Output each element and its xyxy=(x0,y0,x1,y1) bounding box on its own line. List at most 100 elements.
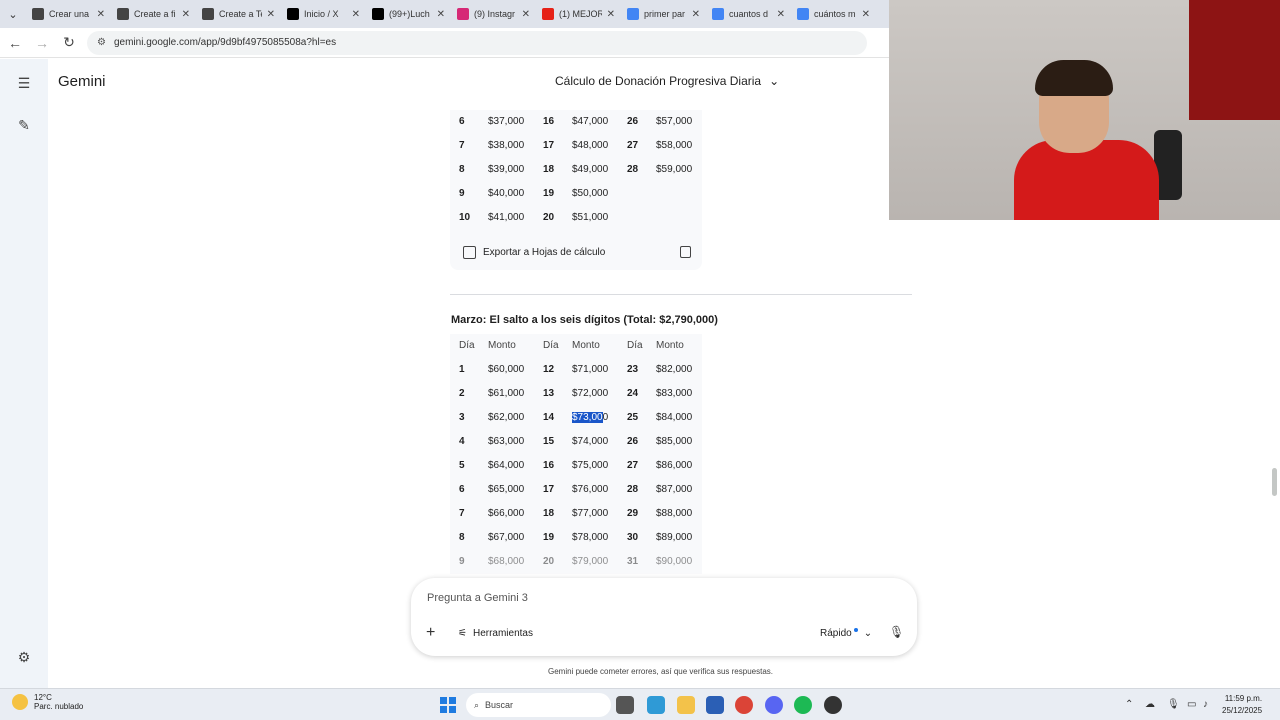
browser-tab[interactable]: Create a Te ✕ xyxy=(196,0,281,28)
mode-selector[interactable]: Rápido ⌄ xyxy=(820,627,873,639)
close-icon[interactable]: ✕ xyxy=(437,9,445,20)
monitor-icon[interactable]: ▭ xyxy=(1187,699,1196,710)
table-header-cell: Día xyxy=(627,340,643,351)
export-to-sheets-button[interactable]: Exportar a Hojas de cálculo xyxy=(483,247,605,258)
march-table: Día Monto Día Monto Día Monto 1 $60,000 12 $71,00… xyxy=(450,334,702,574)
amount-cell: $41,000 xyxy=(488,212,525,223)
instagram-icon xyxy=(457,8,469,20)
reload-icon[interactable]: ↻ xyxy=(57,31,81,55)
browser-tab[interactable]: (1) MEJOR ✕ xyxy=(536,0,621,28)
file-icon[interactable] xyxy=(616,696,634,714)
chevron-down-icon: ⌄ xyxy=(769,74,780,88)
amount-cell: $39,000 xyxy=(488,164,525,175)
amount-cell: $64,000 xyxy=(488,460,525,471)
google-icon xyxy=(627,8,639,20)
back-arrow-icon[interactable]: ← xyxy=(3,31,27,55)
amount-cell: $48,000 xyxy=(572,140,609,151)
close-icon[interactable]: ✕ xyxy=(522,9,530,20)
divider xyxy=(450,294,912,295)
day-cell: 1 xyxy=(459,364,465,375)
close-icon[interactable]: ✕ xyxy=(182,9,190,20)
conversation-title-text: Cálculo de Donación Progresiva Diaria xyxy=(555,74,762,88)
browser-tab[interactable]: (99+)Luch ✕ xyxy=(366,0,451,28)
amount-cell: $83,000 xyxy=(656,388,693,399)
tab-label: Create a fi xyxy=(134,9,176,19)
store-icon[interactable] xyxy=(706,696,724,714)
chevron-up-icon[interactable]: ⌃ xyxy=(1125,699,1133,710)
person-shirt xyxy=(1014,140,1159,220)
close-icon[interactable]: ✕ xyxy=(607,9,615,20)
amount-cell: $66,000 xyxy=(488,508,525,519)
tab-label: Crear una xyxy=(49,9,90,19)
amount-cell: $85,000 xyxy=(656,436,693,447)
amount-cell: $38,000 xyxy=(488,140,525,151)
day-cell: 28 xyxy=(627,484,639,495)
tab-search-chevron-icon[interactable]: ⌄ xyxy=(0,0,26,28)
amount-cell: $76,000 xyxy=(572,484,609,495)
prompt-input[interactable]: Pregunta a Gemini 3 xyxy=(427,592,528,604)
tools-button[interactable]: ⚟ Herramientas xyxy=(458,628,533,639)
browser-tab[interactable]: Crear una ✕ xyxy=(26,0,111,28)
close-icon[interactable]: ✕ xyxy=(692,9,700,20)
day-cell: 18 xyxy=(543,508,555,519)
microphone-tray-icon[interactable]: 🎙 xyxy=(1167,699,1180,710)
copilot-icon[interactable] xyxy=(647,696,665,714)
windows-start-icon[interactable] xyxy=(440,697,456,713)
app-icon[interactable] xyxy=(824,696,842,714)
page-scrollbar[interactable] xyxy=(1272,468,1277,496)
day-cell: 4 xyxy=(459,436,465,447)
search-label: Buscar xyxy=(485,700,514,710)
tab-label: (99+)Luch xyxy=(389,9,430,19)
forward-arrow-icon[interactable]: → xyxy=(30,31,54,55)
amount-cell: $74,000 xyxy=(572,436,609,447)
menu-icon[interactable]: ☰ xyxy=(14,73,34,93)
day-cell: 7 xyxy=(459,140,465,151)
settings-icon[interactable]: ⚙ xyxy=(14,647,34,667)
day-cell: 10 xyxy=(459,212,471,223)
table-row: 2 $61,000 13 $72,000 24 $83,000 xyxy=(450,382,702,406)
microphone-icon[interactable]: 🎙 xyxy=(889,625,904,639)
day-cell: 30 xyxy=(627,532,639,543)
close-icon[interactable]: ✕ xyxy=(862,9,870,20)
day-cell: 27 xyxy=(627,460,639,471)
network-icon[interactable]: ☁ xyxy=(1145,699,1155,710)
tab-label: primer par xyxy=(644,9,686,19)
chrome-icon[interactable] xyxy=(735,696,753,714)
close-icon[interactable]: ✕ xyxy=(352,9,360,20)
tab-label: cuantos d xyxy=(729,9,769,19)
weather-widget[interactable]: 12°C Parc. nublado xyxy=(12,693,83,711)
browser-tab[interactable]: primer par ✕ xyxy=(621,0,706,28)
day-cell: 17 xyxy=(543,484,555,495)
table-header-cell: Monto xyxy=(572,340,600,351)
add-plus-icon[interactable]: + xyxy=(426,624,435,642)
browser-tab[interactable]: cuantos d ✕ xyxy=(706,0,791,28)
day-cell: 19 xyxy=(543,188,555,199)
copy-icon[interactable] xyxy=(680,246,691,258)
address-bar[interactable]: ⚙ gemini.google.com/app/9d9bf4975085508a… xyxy=(87,30,867,55)
table-row: 6 $37,000 16 $47,000 26 $57,000 xyxy=(450,110,702,134)
spotify-icon[interactable] xyxy=(794,696,812,714)
chevron-down-icon: ⌄ xyxy=(863,628,873,639)
browser-tab[interactable]: Create a fi ✕ xyxy=(111,0,196,28)
discord-icon[interactable] xyxy=(765,696,783,714)
close-icon[interactable]: ✕ xyxy=(97,9,105,20)
tiktok-icon xyxy=(372,8,384,20)
export-to-sheets-bar: Exportar a Hojas de cálculo xyxy=(450,234,702,270)
browser-tab[interactable]: Inicio / X ✕ xyxy=(281,0,366,28)
unselected-text: 0 xyxy=(602,412,609,423)
amount-cell: $51,000 xyxy=(572,212,609,223)
conversation-title[interactable]: Cálculo de Donación Progresiva Diaria ⌄ xyxy=(555,74,779,88)
browser-tab[interactable]: cuántos m ✕ xyxy=(791,0,876,28)
volume-icon[interactable]: ♪ xyxy=(1203,699,1208,710)
browser-tab[interactable]: (9) Instagr ✕ xyxy=(451,0,536,28)
file-explorer-icon[interactable] xyxy=(677,696,695,714)
taskbar-search[interactable]: ⌕ Buscar xyxy=(466,693,611,717)
new-chat-icon[interactable]: ✎ xyxy=(14,115,34,135)
day-cell: 3 xyxy=(459,412,465,423)
system-clock[interactable]: 11:59 p.m. 25/12/2025 xyxy=(1222,693,1262,717)
site-settings-icon[interactable]: ⚙ xyxy=(97,37,106,48)
amount-cell: $47,000 xyxy=(572,116,609,127)
close-icon[interactable]: ✕ xyxy=(777,9,785,20)
day-cell: 19 xyxy=(543,532,555,543)
close-icon[interactable]: ✕ xyxy=(267,9,275,20)
